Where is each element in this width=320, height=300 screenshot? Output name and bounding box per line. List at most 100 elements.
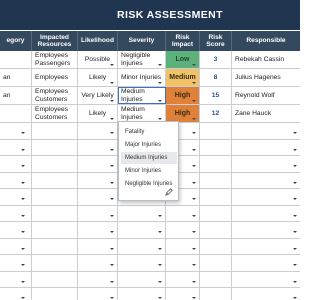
- cell-impact[interactable]: [166, 222, 200, 238]
- header-impacted-resources[interactable]: Impacted Resources: [32, 31, 78, 51]
- dropdown-arrow-icon[interactable]: [293, 148, 297, 151]
- dropdown-arrow-icon[interactable]: [110, 247, 114, 250]
- cell-category[interactable]: [0, 238, 32, 254]
- cell-severity[interactable]: [118, 238, 166, 254]
- cell-responsible[interactable]: Julius Hagenes: [232, 69, 300, 86]
- dropdown-arrow-icon[interactable]: [192, 198, 196, 201]
- dropdown-arrow-icon[interactable]: [110, 100, 114, 102]
- dropdown-option-medium-injuries[interactable]: Medium Injuries: [121, 152, 177, 164]
- cell-score[interactable]: [200, 205, 232, 221]
- dropdown-arrow-icon[interactable]: [158, 64, 162, 66]
- cell-score[interactable]: [200, 172, 232, 188]
- cell-resources[interactable]: [32, 123, 78, 139]
- header-category[interactable]: egory: [0, 31, 32, 51]
- dropdown-arrow-icon[interactable]: [110, 64, 114, 66]
- cell-severity[interactable]: [118, 271, 166, 287]
- cell-resources[interactable]: [32, 222, 78, 238]
- cell-score[interactable]: [200, 156, 232, 172]
- dropdown-arrow-icon[interactable]: [21, 198, 25, 201]
- dropdown-arrow-icon[interactable]: [21, 148, 25, 151]
- dropdown-arrow-icon[interactable]: [21, 247, 25, 250]
- cell-resources[interactable]: Employees Customers: [32, 87, 78, 104]
- cell-impact[interactable]: [166, 238, 200, 254]
- cell-responsible[interactable]: [232, 255, 300, 271]
- cell-responsible[interactable]: [232, 189, 300, 205]
- cell-category[interactable]: an: [0, 87, 32, 104]
- dropdown-arrow-icon[interactable]: [110, 165, 114, 168]
- cell-impact[interactable]: [166, 205, 200, 221]
- dropdown-arrow-icon[interactable]: [293, 264, 297, 267]
- dropdown-arrow-icon[interactable]: [158, 118, 162, 120]
- cell-category[interactable]: [0, 123, 32, 139]
- cell-resources[interactable]: [32, 139, 78, 155]
- cell-likelihood[interactable]: Possible: [78, 51, 118, 68]
- dropdown-option-major-injuries[interactable]: Major Injuries: [121, 139, 177, 151]
- cell-category[interactable]: [0, 189, 32, 205]
- cell-resources[interactable]: [32, 205, 78, 221]
- cell-resources[interactable]: Employees Passengers: [32, 51, 78, 68]
- dropdown-arrow-icon[interactable]: [110, 181, 114, 184]
- cell-responsible[interactable]: [232, 272, 300, 288]
- dropdown-arrow-icon[interactable]: [21, 132, 25, 135]
- cell-impact[interactable]: High: [166, 87, 200, 104]
- dropdown-arrow-icon[interactable]: [110, 231, 114, 234]
- dropdown-arrow-icon[interactable]: [21, 297, 25, 300]
- dropdown-arrow-icon[interactable]: [158, 280, 162, 283]
- cell-impact[interactable]: Medium: [166, 69, 200, 86]
- cell-score[interactable]: 8: [200, 69, 232, 86]
- dropdown-arrow-icon[interactable]: [110, 280, 114, 283]
- dropdown-arrow-icon[interactable]: [110, 198, 114, 201]
- dropdown-arrow-icon[interactable]: [21, 264, 25, 267]
- header-risk-score[interactable]: Risk Score: [200, 31, 232, 51]
- dropdown-arrow-icon[interactable]: [293, 280, 297, 283]
- dropdown-arrow-icon[interactable]: [192, 231, 196, 234]
- cell-category[interactable]: [0, 105, 32, 122]
- cell-score[interactable]: 15: [200, 87, 232, 104]
- cell-likelihood[interactable]: [78, 205, 118, 221]
- cell-likelihood[interactable]: [78, 271, 118, 287]
- cell-category[interactable]: [0, 222, 32, 238]
- dropdown-arrow-icon[interactable]: [192, 100, 196, 102]
- cell-resources[interactable]: [32, 172, 78, 188]
- dropdown-arrow-icon[interactable]: [110, 82, 114, 84]
- cell-severity[interactable]: Medium Injuries: [118, 105, 166, 122]
- cell-likelihood[interactable]: Likely: [78, 69, 118, 86]
- cell-responsible[interactable]: Zane Hauck: [232, 105, 300, 122]
- cell-score[interactable]: 3: [200, 51, 232, 68]
- cell-resources[interactable]: Employees Customers: [32, 105, 78, 122]
- cell-responsible[interactable]: [232, 222, 300, 238]
- dropdown-arrow-icon[interactable]: [192, 118, 196, 120]
- dropdown-arrow-icon[interactable]: [192, 280, 196, 283]
- cell-impact[interactable]: High: [166, 105, 200, 122]
- dropdown-arrow-icon[interactable]: [158, 82, 162, 84]
- dropdown-arrow-icon[interactable]: [192, 214, 196, 217]
- cell-resources[interactable]: [32, 189, 78, 205]
- dropdown-arrow-icon[interactable]: [110, 118, 114, 120]
- header-severity[interactable]: Severity: [118, 31, 166, 51]
- dropdown-arrow-icon[interactable]: [158, 100, 162, 102]
- dropdown-arrow-icon[interactable]: [192, 181, 196, 184]
- cell-score[interactable]: [200, 222, 232, 238]
- cell-likelihood[interactable]: [78, 172, 118, 188]
- dropdown-arrow-icon[interactable]: [293, 181, 297, 184]
- cell-likelihood[interactable]: Very Likely: [78, 87, 118, 104]
- cell-resources[interactable]: [32, 271, 78, 287]
- dropdown-arrow-icon[interactable]: [158, 231, 162, 234]
- cell-likelihood[interactable]: [78, 255, 118, 271]
- cell-score[interactable]: [200, 139, 232, 155]
- cell-responsible[interactable]: [232, 173, 300, 189]
- dropdown-arrow-icon[interactable]: [293, 132, 297, 135]
- dropdown-arrow-icon[interactable]: [158, 214, 162, 217]
- cell-severity[interactable]: [118, 255, 166, 271]
- cell-score[interactable]: [200, 238, 232, 254]
- cell-responsible[interactable]: Rebekah Cassin: [232, 51, 300, 68]
- dropdown-arrow-icon[interactable]: [21, 181, 25, 184]
- severity-dropdown-list[interactable]: Fatality Major Injuries Medium Injuries …: [118, 121, 179, 201]
- cell-category[interactable]: [0, 288, 32, 300]
- cell-score[interactable]: [200, 288, 232, 300]
- cell-severity[interactable]: [118, 222, 166, 238]
- cell-category[interactable]: [0, 172, 32, 188]
- cell-likelihood[interactable]: [78, 288, 118, 300]
- cell-severity[interactable]: Negligible Injuries: [118, 51, 166, 68]
- dropdown-arrow-icon[interactable]: [110, 297, 114, 300]
